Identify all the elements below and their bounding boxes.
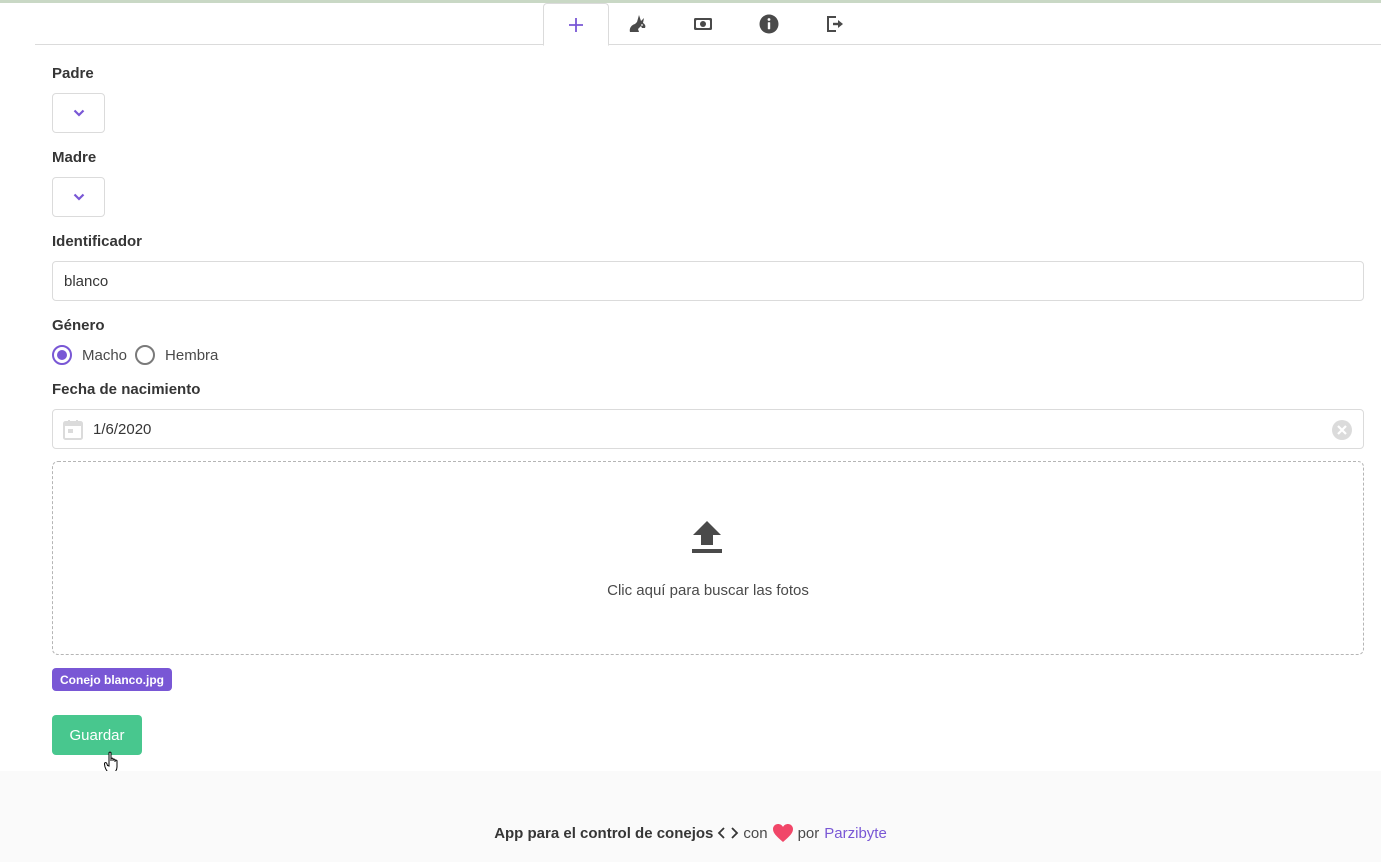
tab-money[interactable] (670, 3, 736, 45)
chevron-down-icon (73, 193, 84, 201)
file-tag: Conejo blanco.jpg (52, 668, 172, 691)
identificador-input[interactable] (52, 261, 1364, 301)
upload-text: Clic aquí para buscar las fotos (607, 582, 809, 599)
genero-label: Género (52, 317, 105, 334)
author-link[interactable]: Parzibyte (824, 825, 887, 842)
macho-radio[interactable] (52, 345, 72, 365)
upload-icon (692, 521, 722, 553)
tab-rabbits[interactable] (604, 3, 670, 45)
photo-upload-dropzone[interactable]: Clic aquí para buscar las fotos (52, 461, 1364, 655)
tab-logout[interactable] (802, 3, 868, 45)
plus-icon (569, 17, 583, 32)
save-button[interactable]: Guardar (52, 715, 142, 755)
madre-label: Madre (52, 149, 97, 166)
footer-por: por (797, 824, 820, 842)
fecha-datepicker[interactable]: 1/6/2020 (52, 409, 1364, 449)
chevron-down-icon (73, 109, 84, 117)
footer: App para el control de conejos con por P… (0, 771, 1381, 862)
padre-label: Padre (52, 65, 94, 82)
rabbit-icon (629, 15, 646, 32)
tab-bar (35, 3, 1381, 46)
tab-info[interactable] (736, 3, 802, 45)
info-icon (759, 14, 779, 34)
identificador-label: Identificador (52, 233, 143, 250)
fecha-value: 1/6/2020 (93, 421, 152, 438)
padre-select[interactable] (52, 93, 105, 133)
clear-icon[interactable] (1331, 419, 1353, 441)
footer-app-text: App para el control de conejos (494, 824, 714, 842)
heart-icon (772, 824, 793, 842)
hembra-radio[interactable] (135, 345, 156, 365)
tab-add[interactable] (543, 3, 609, 46)
macho-label: Macho (82, 346, 128, 364)
hembra-label: Hembra (165, 346, 219, 364)
logout-icon (827, 16, 843, 32)
money-icon (694, 18, 712, 30)
code-icon (718, 827, 739, 839)
footer-credit: App para el control de conejos con por P… (0, 823, 1381, 843)
madre-select[interactable] (52, 177, 105, 217)
calendar-icon (63, 420, 83, 440)
footer-con: con (743, 824, 768, 842)
genero-radio-group: Macho Hembra (52, 344, 226, 366)
fecha-label: Fecha de nacimiento (52, 381, 201, 398)
